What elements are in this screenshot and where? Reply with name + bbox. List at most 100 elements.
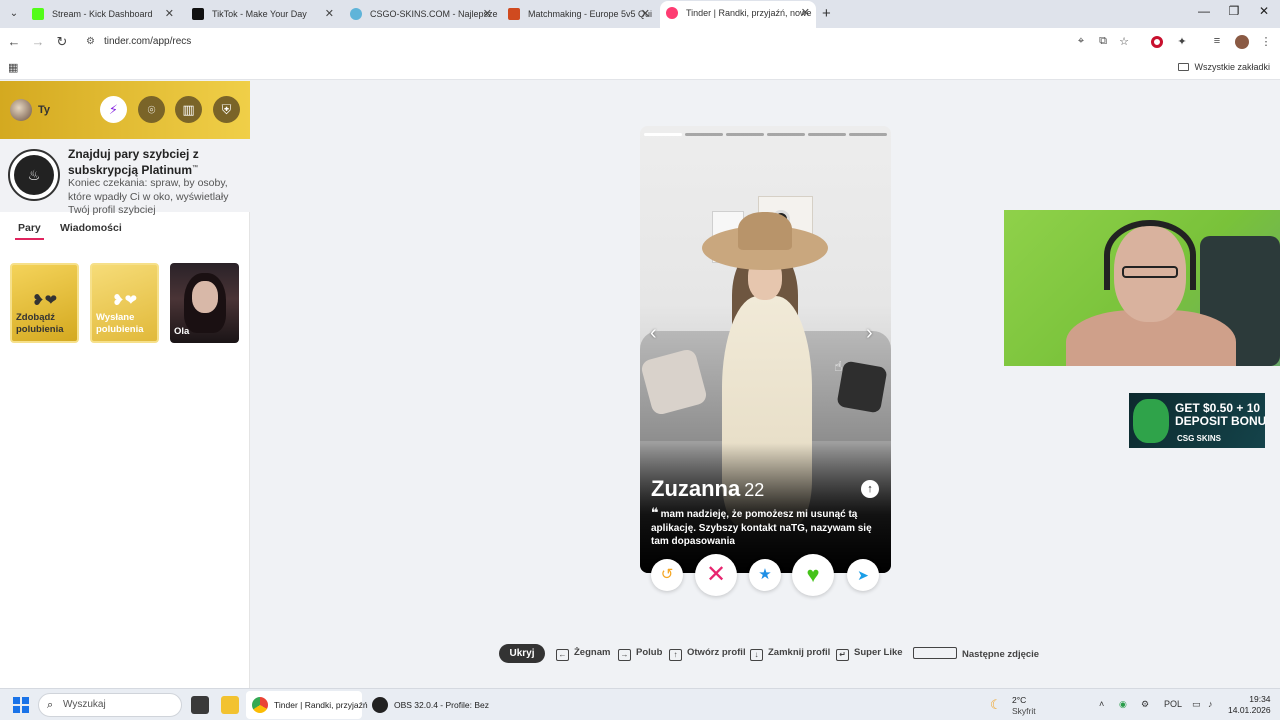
photo-progress-segment[interactable] <box>808 133 846 136</box>
windows-start-icon[interactable] <box>13 697 29 713</box>
tray-network-icon[interactable]: ⚙ <box>1141 699 1149 710</box>
bookmarks-bar: ▦ Wszystkie zakładki <box>0 56 1280 80</box>
x-icon: ✕ <box>705 561 727 588</box>
photo-progress-segment[interactable] <box>726 133 764 136</box>
sidebar: Ty ⚡ ⌾ ▥ ⛨ ♨ Znajduj pary szybciej z sub… <box>0 81 250 688</box>
opera-extension-icon[interactable] <box>1151 36 1163 48</box>
tab-matchmaking[interactable]: Matchmaking - Europe 5v5 Qui ✕ <box>502 2 656 26</box>
quote-icon: ❝ <box>651 505 659 520</box>
bookmark-star-icon[interactable]: ☆ <box>1116 35 1132 48</box>
photo-progress-segment[interactable] <box>849 133 887 136</box>
close-icon[interactable]: ✕ <box>483 2 492 26</box>
faceit-favicon-icon <box>508 8 520 20</box>
search-placeholder: Wyszukaj <box>63 699 106 710</box>
task-view-icon[interactable] <box>191 696 209 714</box>
get-likes-tile[interactable]: ❥❤ Zdobądź polubienia <box>10 263 79 343</box>
user-name[interactable]: Ty <box>38 104 50 116</box>
tab-search-icon[interactable]: ⌄ <box>6 6 22 22</box>
tab-tiktok[interactable]: TikTok - Make Your Day ✕ <box>186 2 340 26</box>
new-tab-icon[interactable]: + <box>822 5 831 22</box>
glasses <box>1122 266 1178 278</box>
user-avatar[interactable] <box>10 99 32 121</box>
address-bar[interactable]: tinder.com/app/recs <box>104 36 191 47</box>
safety-shield-icon[interactable]: ⛨ <box>213 96 240 123</box>
taskbar-obs[interactable]: OBS 32.0.4 - Profile: Bez <box>366 691 489 719</box>
platinum-promo[interactable]: ♨ Znajduj pary szybciej z subskrypcją Pl… <box>0 139 250 216</box>
hint-next-photo: Następne zdjęcie <box>913 647 1039 660</box>
like-button[interactable]: ♥ <box>792 554 834 596</box>
nope-button[interactable]: ✕ <box>695 554 737 596</box>
headset <box>1104 220 1196 290</box>
browser-menu-icon[interactable]: ⋮ <box>1258 35 1274 48</box>
system-clock[interactable]: 19:34 14.01.2026 <box>1228 694 1271 716</box>
moon-icon: ☾ <box>990 697 1002 712</box>
tray-app-icon[interactable]: ◉ <box>1119 699 1127 710</box>
tab-csgo-skins[interactable]: CSGO-SKINS.COM - Najlepsze ✕ <box>344 2 498 26</box>
reload-icon[interactable]: ↻ <box>54 34 70 50</box>
super-like-button[interactable]: ★ <box>749 559 781 591</box>
ad-brand: CSG SKINS <box>1177 434 1222 443</box>
photo-progress-segment[interactable] <box>767 133 805 136</box>
photo-progress <box>644 133 887 136</box>
boost-icon[interactable]: ⚡ <box>100 96 127 123</box>
photo-progress-segment[interactable] <box>685 133 723 136</box>
briefcase-icon[interactable]: ▥ <box>175 96 202 123</box>
profile-age: 22 <box>744 480 765 500</box>
taskbar-app-label: Tinder | Randki, przyjaźń <box>274 700 368 710</box>
tab-strip: ⌄ Stream - Kick Dashboard ✕ TikTok - Mak… <box>0 0 1280 28</box>
sidebar-tabs: Pary Wiadomości <box>0 219 250 241</box>
open-profile-arrow-icon[interactable]: ↑ <box>861 480 879 498</box>
window-close-icon[interactable]: ✕ <box>1254 4 1274 18</box>
tiktok-favicon-icon <box>192 8 204 20</box>
hide-hints-button[interactable]: Ukryj <box>499 644 545 663</box>
heart-icon: ♥ <box>806 562 820 587</box>
location-icon[interactable]: ⌖ <box>1073 35 1089 48</box>
enter-key-icon: ↵ <box>836 649 849 661</box>
previous-photo-icon[interactable]: ‹ <box>650 322 657 345</box>
tab-matches[interactable]: Pary <box>15 222 44 240</box>
minimize-icon[interactable]: — <box>1194 4 1214 18</box>
tray-overflow-icon[interactable]: ˄ <box>1099 699 1104 709</box>
language-indicator[interactable]: POL <box>1164 699 1182 709</box>
clock-date: 14.01.2026 <box>1228 705 1271 715</box>
profile-name-line[interactable]: Zuzanna 22 <box>651 476 764 502</box>
extensions-icon[interactable]: ✦ <box>1174 35 1190 48</box>
back-icon[interactable]: ← <box>6 34 22 49</box>
file-explorer-icon[interactable] <box>221 696 239 714</box>
tab-tinder[interactable]: Tinder | Randki, przyjaźń, nowe ✕ <box>660 1 816 28</box>
sent-likes-tile[interactable]: ❥❤ Wysłane polubienia <box>90 263 159 343</box>
next-photo-icon[interactable]: › <box>866 322 873 345</box>
volume-icon[interactable]: ♪ <box>1208 699 1213 709</box>
restore-icon[interactable]: ❐ <box>1224 4 1244 18</box>
profile-card[interactable]: ‹ › ☝ Zuzanna 22 ↑ ❝ mam nadzieję, że pomo… <box>640 126 891 573</box>
apps-grid-icon[interactable]: ▦ <box>8 61 18 74</box>
tab-messages[interactable]: Wiadomości <box>60 222 122 234</box>
rewind-button[interactable]: ↺ <box>651 559 683 591</box>
close-icon[interactable]: ✕ <box>165 2 174 26</box>
boost-button[interactable]: ➤ <box>847 559 879 591</box>
trademark: ™ <box>192 165 199 171</box>
bio-text: mam nadzieję, że pomożesz mi usunąć tą a… <box>651 509 872 547</box>
csgo-skins-favicon-icon <box>350 8 362 20</box>
tab-title: Stream - Kick Dashboard <box>52 9 153 19</box>
close-icon[interactable]: ✕ <box>325 2 334 26</box>
photo-progress-segment[interactable] <box>644 133 682 136</box>
explore-compass-icon[interactable]: ⌾ <box>138 96 165 123</box>
install-app-icon[interactable]: ⧉ <box>1095 35 1111 48</box>
forward-icon[interactable]: → <box>30 34 46 49</box>
site-settings-icon[interactable]: ⚙ <box>86 36 95 47</box>
all-bookmarks[interactable]: Wszystkie zakładki <box>1178 62 1270 72</box>
monitor-icon[interactable]: ▭ <box>1192 699 1201 710</box>
media-icon[interactable]: ≡ <box>1209 35 1225 47</box>
taskbar-search[interactable]: ⌕ Wyszukaj <box>38 693 182 717</box>
navigation-bar: ← → ↻ ⚙ tinder.com/app/recs ⌖ ⧉ ☆ ✦ ≡ ⋮ <box>0 28 1280 56</box>
kick-favicon-icon <box>32 8 44 20</box>
match-tile-ola[interactable]: Ola <box>170 263 239 343</box>
close-icon[interactable]: ✕ <box>801 1 810 25</box>
profile-avatar[interactable] <box>1235 35 1249 49</box>
close-icon[interactable]: ✕ <box>641 2 650 26</box>
hint-open-profile: ↑ Otwórz profil <box>669 647 746 661</box>
hint-super-like: ↵ Super Like <box>836 647 903 661</box>
tab-kick[interactable]: Stream - Kick Dashboard ✕ <box>26 2 180 26</box>
taskbar-chrome[interactable]: Tinder | Randki, przyjaźń <box>246 691 368 719</box>
